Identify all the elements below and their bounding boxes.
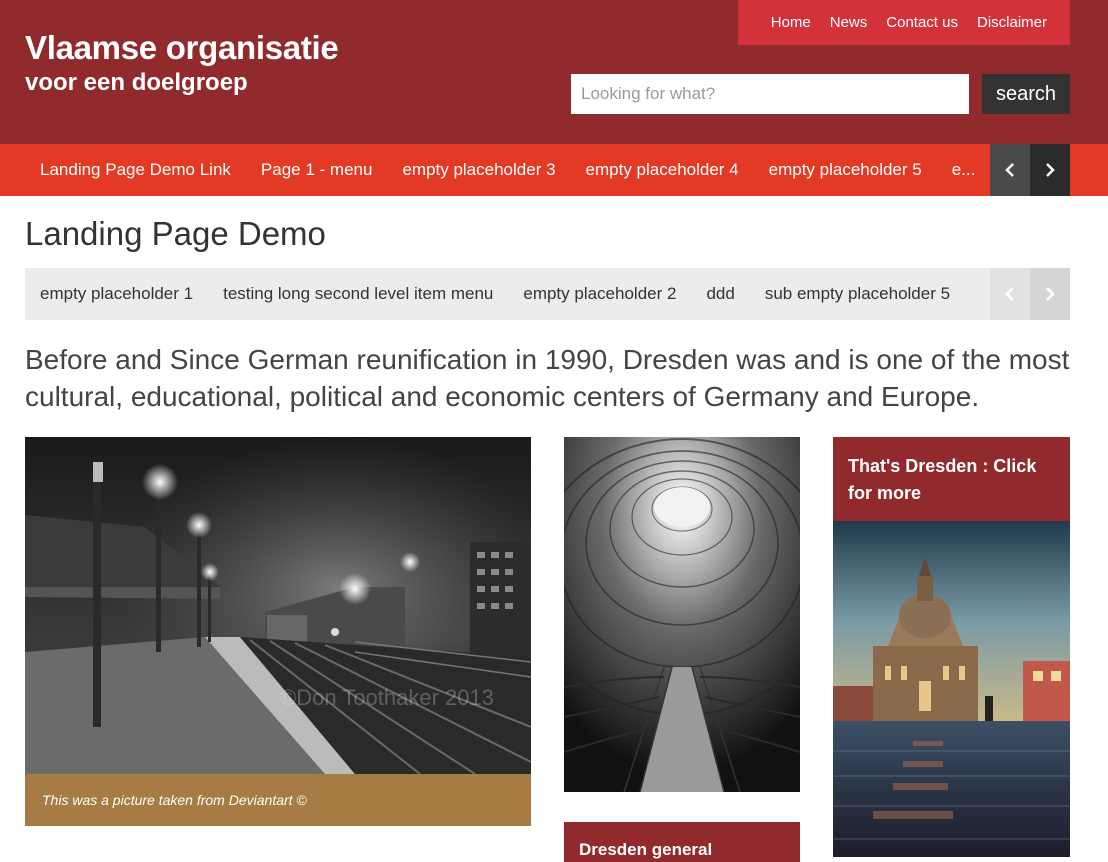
logo-subtitle: voor een doelgroep — [25, 69, 248, 96]
mainnav-item-placeholder-5[interactable]: empty placeholder 5 — [754, 160, 937, 180]
page-title: Landing Page Demo — [25, 215, 326, 252]
dresden-general-title: Dresden general — [579, 840, 713, 859]
dresden-general-card[interactable]: Dresden general — [564, 822, 800, 862]
mainnav-item-page-1[interactable]: Page 1 - menu — [246, 160, 388, 180]
subnav-item-ddd[interactable]: ddd — [691, 284, 749, 304]
dresden-card[interactable]: That's Dresden : Click for more — [833, 437, 1070, 857]
train-station-photo: ©Don Toothaker 2013 — [25, 437, 531, 774]
train-station-card[interactable]: ©Don Toothaker 2013 This was a picture t… — [25, 437, 531, 826]
chevron-right-icon — [1046, 163, 1055, 177]
main-navigation: Landing Page Demo Link Page 1 - menu emp… — [0, 144, 1108, 196]
mainnav-next-button[interactable] — [1030, 144, 1070, 196]
topnav-disclaimer-link[interactable]: Disclaimer — [977, 14, 1047, 31]
mainnav-item-truncated[interactable]: e... — [937, 160, 990, 180]
dresden-card-title: That's Dresden : Click for more — [833, 437, 1070, 521]
photo-watermark: ©Don Toothaker 2013 — [280, 685, 494, 710]
cooling-tower-card[interactable] — [564, 437, 800, 792]
main-navigation-items: Landing Page Demo Link Page 1 - menu emp… — [25, 144, 990, 196]
dresden-frauenkirche-photo — [833, 521, 1070, 857]
subnav-prev-button[interactable] — [990, 268, 1030, 320]
search-input[interactable] — [571, 74, 969, 114]
sub-navigation: empty placeholder 1 testing long second … — [25, 268, 1070, 320]
subnav-item-placeholder-1[interactable]: empty placeholder 1 — [25, 284, 208, 304]
chevron-left-icon — [1005, 287, 1014, 301]
topnav-news-link[interactable]: News — [830, 14, 868, 31]
site-header: Vlaamse organisatie voor een doelgroep H… — [0, 0, 1108, 144]
chevron-right-icon — [1046, 287, 1055, 301]
mainnav-item-placeholder-4[interactable]: empty placeholder 4 — [571, 160, 754, 180]
topnav-contact-link[interactable]: Contact us — [886, 14, 958, 31]
top-navigation: Home News Contact us Disclaimer — [738, 0, 1070, 45]
subnav-next-button[interactable] — [1030, 268, 1070, 320]
mainnav-prev-button[interactable] — [990, 144, 1030, 196]
photo-caption: This was a picture taken from Deviantart… — [25, 774, 531, 826]
mainnav-item-placeholder-3[interactable]: empty placeholder 3 — [387, 160, 570, 180]
sub-navigation-items: empty placeholder 1 testing long second … — [25, 268, 990, 320]
logo-title: Vlaamse organisatie — [25, 29, 339, 66]
cooling-tower-photo — [564, 437, 800, 792]
mainnav-item-landing-page[interactable]: Landing Page Demo Link — [25, 160, 246, 180]
chevron-left-icon — [1005, 163, 1014, 177]
subnav-item-sub-placeholder-5[interactable]: sub empty placeholder 5 — [750, 284, 965, 304]
subnav-item-long-second-level[interactable]: testing long second level item menu — [208, 284, 508, 304]
site-logo[interactable]: Vlaamse organisatie voor een doelgroep — [25, 28, 339, 98]
intro-text: Before and Since German reunification in… — [25, 344, 1070, 412]
search-button[interactable]: search — [982, 74, 1070, 114]
topnav-home-link[interactable]: Home — [771, 14, 811, 31]
subnav-item-placeholder-2[interactable]: empty placeholder 2 — [508, 284, 691, 304]
